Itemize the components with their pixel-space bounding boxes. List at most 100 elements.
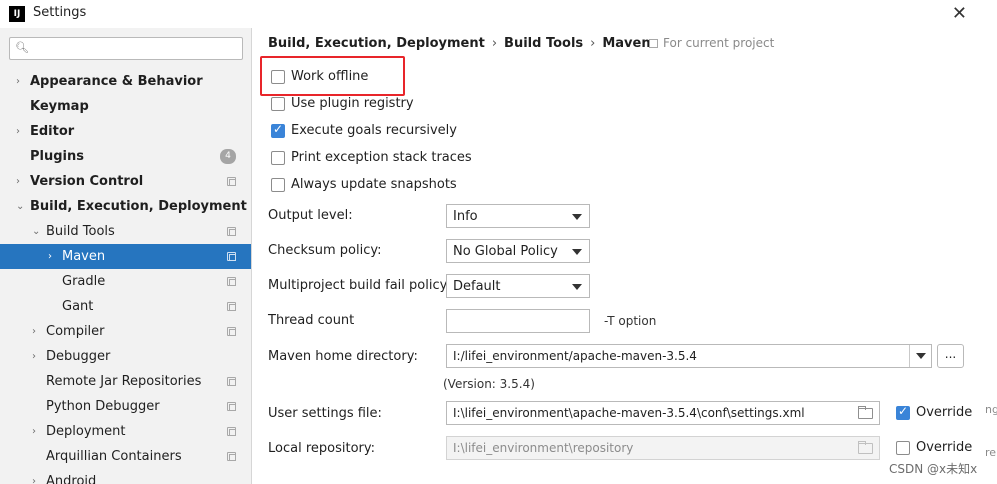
maven-home-combo[interactable]: I:/lifei_environment/apache-maven-3.5.4 — [446, 344, 932, 368]
checkbox-label: Override — [916, 405, 973, 420]
chevron-right-icon[interactable]: › — [32, 319, 42, 344]
sidebar-item-gradle[interactable]: Gradle — [0, 269, 251, 294]
sidebar-item-label: Android — [46, 474, 97, 484]
browse-button[interactable]: ... — [937, 344, 964, 368]
sidebar-item-appearance-behavior[interactable]: › Appearance & Behavior — [0, 69, 251, 94]
chevron-right-icon[interactable]: › — [16, 119, 26, 144]
project-scope-icon — [227, 252, 236, 261]
chevron-down-icon[interactable]: ⌄ — [32, 219, 42, 244]
input-value: I:\lifei_environment\repository — [453, 441, 634, 455]
close-icon[interactable]: ✕ — [952, 3, 967, 24]
chevron-right-icon[interactable]: › — [32, 469, 42, 484]
sidebar-item-maven[interactable]: › Maven — [0, 244, 251, 269]
fail-policy-select[interactable]: Default — [446, 274, 590, 298]
sidebar-item-label: Maven — [62, 249, 106, 264]
sidebar-item-label: Build, Execution, Deployment — [30, 199, 247, 214]
sidebar-item-compiler[interactable]: › Compiler — [0, 319, 251, 344]
breadcrumb-item: Maven — [602, 36, 651, 51]
sidebar-item-editor[interactable]: › Editor — [0, 119, 251, 144]
sidebar-item-label: Version Control — [30, 174, 144, 189]
local-repository-input: I:\lifei_environment\repository — [446, 436, 880, 460]
output-level-select[interactable]: Info — [446, 204, 590, 228]
breadcrumb: Build, Execution, Deployment › Build Tools… — [268, 36, 651, 51]
sidebar-item-label: Keymap — [30, 99, 89, 114]
sidebar-item-label: Deployment — [46, 424, 126, 439]
settings-sidebar: 🔍︎ › Appearance & Behavior Keymap › Editor Pl… — [0, 28, 252, 484]
folder-icon — [858, 441, 873, 454]
sidebar-item-plugins[interactable]: Plugins 4 — [0, 144, 251, 169]
sidebar-item-label: Python Debugger — [46, 399, 160, 414]
checkbox-box[interactable] — [271, 151, 285, 165]
sidebar-item-label: Plugins — [30, 149, 84, 164]
sidebar-item-keymap[interactable]: Keymap — [0, 94, 251, 119]
checkbox-label: Work offline — [291, 69, 369, 84]
user-settings-input[interactable]: I:\lifei_environment\apache-maven-3.5.4\… — [446, 401, 880, 425]
input-value: I:/lifei_environment/apache-maven-3.5.4 — [453, 349, 697, 363]
select-value: Info — [453, 209, 478, 224]
update-count-badge: 4 — [220, 149, 236, 164]
checksum-policy-select[interactable]: No Global Policy — [446, 239, 590, 263]
sidebar-item-label: Remote Jar Repositories — [46, 374, 202, 389]
breadcrumb-separator: › — [491, 36, 498, 51]
project-scope-icon — [227, 227, 236, 236]
chevron-right-icon[interactable]: › — [16, 169, 26, 194]
window-title: Settings — [33, 5, 87, 20]
checkbox-box[interactable] — [271, 122, 285, 138]
output-level-label: Output level: — [268, 208, 353, 223]
search-input[interactable] — [34, 40, 234, 57]
select-value: Default — [453, 279, 501, 294]
sidebar-item-build-execution-deployment[interactable]: ⌄ Build, Execution, Deployment — [0, 194, 251, 219]
checkbox-box[interactable] — [271, 70, 285, 84]
checkbox-label: Execute goals recursively — [291, 123, 457, 138]
chevron-down-icon[interactable]: ⌄ — [16, 194, 26, 219]
project-scope-icon — [227, 177, 236, 186]
sidebar-item-label: Editor — [30, 124, 75, 139]
chevron-right-icon[interactable]: › — [32, 344, 42, 369]
settings-search-box[interactable]: 🔍︎ — [9, 37, 243, 60]
sidebar-item-label: Gant — [62, 299, 94, 314]
checkbox-label: Override — [916, 440, 973, 455]
checkbox-box[interactable] — [896, 404, 910, 420]
checkbox-box[interactable] — [271, 178, 285, 192]
sidebar-item-label: Build Tools — [46, 224, 115, 239]
project-scope-icon — [227, 327, 236, 336]
search-icon: 🔍︎ — [15, 41, 29, 54]
project-scope-icon — [227, 427, 236, 436]
background-window-text: ng — [985, 403, 997, 416]
sidebar-item-label: Gradle — [62, 274, 106, 289]
checkbox-box[interactable] — [271, 97, 285, 111]
local-repository-label: Local repository: — [268, 441, 375, 456]
sidebar-item-build-tools[interactable]: ⌄ Build Tools — [0, 219, 251, 244]
sidebar-item-debugger[interactable]: › Debugger — [0, 344, 251, 369]
chevron-down-icon — [572, 284, 582, 290]
maven-settings-panel: Build, Execution, Deployment › Build Tools… — [253, 28, 997, 484]
sidebar-item-label: Arquillian Containers — [46, 449, 182, 464]
thread-count-label: Thread count — [268, 313, 355, 328]
breadcrumb-item[interactable]: Build Tools — [504, 36, 583, 51]
checkbox-label: Always update snapshots — [291, 177, 457, 192]
input-value: I:\lifei_environment\apache-maven-3.5.4\… — [453, 406, 805, 420]
chevron-right-icon[interactable]: › — [48, 244, 58, 269]
sidebar-item-arquillian-containers[interactable]: Arquillian Containers — [0, 444, 251, 469]
user-settings-label: User settings file: — [268, 406, 382, 421]
chevron-right-icon[interactable]: › — [16, 69, 26, 94]
sidebar-item-label: Appearance & Behavior — [30, 74, 203, 89]
checkbox-label: Print exception stack traces — [291, 150, 472, 165]
maven-home-label: Maven home directory: — [268, 349, 418, 364]
checksum-policy-label: Checksum policy: — [268, 243, 382, 258]
sidebar-item-android[interactable]: › Android — [0, 469, 251, 484]
sidebar-item-deployment[interactable]: › Deployment — [0, 419, 251, 444]
intellij-app-icon: IJ — [9, 6, 25, 22]
chevron-right-icon[interactable]: › — [32, 419, 42, 444]
checkbox-box[interactable] — [896, 441, 910, 455]
title-bar: IJ Settings ✕ — [0, 0, 997, 28]
breadcrumb-item[interactable]: Build, Execution, Deployment — [268, 36, 485, 51]
sidebar-item-gant[interactable]: Gant — [0, 294, 251, 319]
folder-icon[interactable] — [858, 406, 873, 419]
sidebar-item-version-control[interactable]: › Version Control — [0, 169, 251, 194]
thread-count-input[interactable] — [446, 309, 590, 333]
chevron-down-icon[interactable] — [909, 345, 931, 367]
sidebar-item-remote-jar-repositories[interactable]: Remote Jar Repositories — [0, 369, 251, 394]
sidebar-item-python-debugger[interactable]: Python Debugger — [0, 394, 251, 419]
breadcrumb-separator: › — [590, 36, 596, 51]
